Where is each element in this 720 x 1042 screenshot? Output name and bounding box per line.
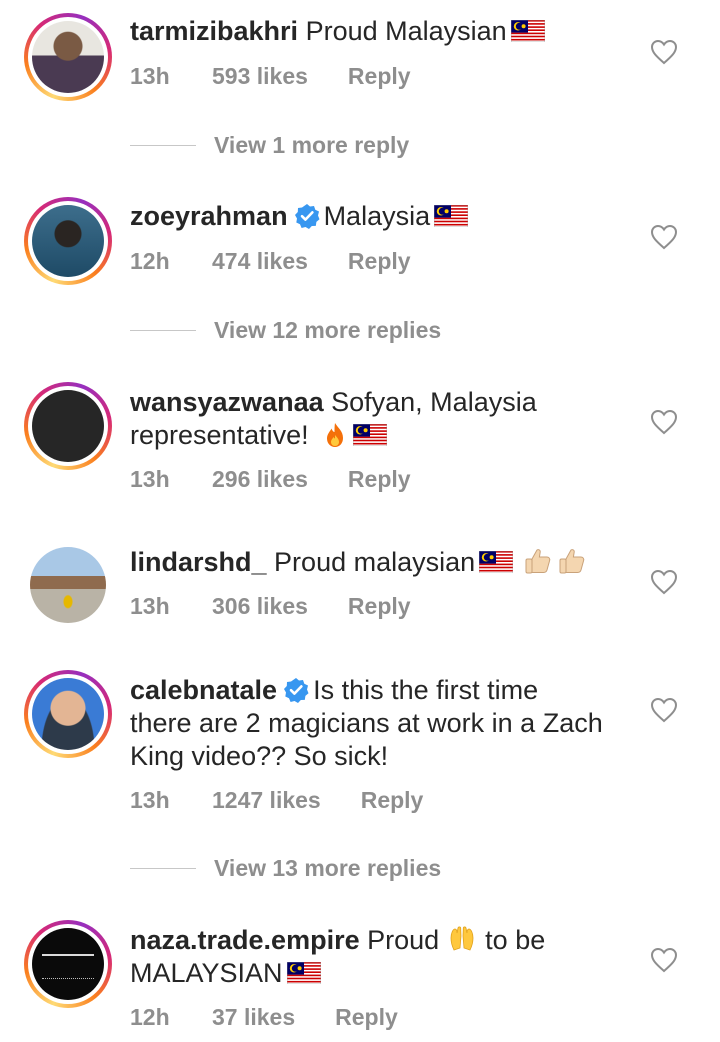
comment-body-line3: King video?? So sick! — [130, 741, 389, 771]
avatar-photo — [32, 390, 104, 462]
malaysia-flag-icon — [434, 205, 468, 227]
comment-body-line2: there are 2 magicians at work in a Zach — [130, 708, 603, 738]
likes-count[interactable]: 296 likes — [212, 466, 308, 493]
thumbs-up-icon — [557, 546, 587, 576]
avatar-photo — [32, 21, 104, 93]
timestamp: 13h — [130, 787, 170, 813]
timestamp: 13h — [130, 593, 170, 619]
username[interactable]: lindarshd_ — [130, 547, 267, 577]
heart-icon[interactable] — [650, 947, 678, 973]
verified-badge-icon — [283, 677, 309, 703]
view-replies-button[interactable]: View 1 more reply — [130, 132, 409, 159]
heart-icon[interactable] — [650, 224, 678, 250]
comment-text: zoeyrahman Malaysia — [130, 200, 630, 233]
avatar[interactable] — [30, 547, 106, 623]
comment-meta: 13h 593 likes Reply — [130, 63, 411, 90]
heart-icon[interactable] — [650, 697, 678, 723]
comment-body-line1a: Proud — [367, 925, 440, 955]
timestamp: 12h — [130, 248, 170, 274]
comment-meta: 13h 1247 likes Reply — [130, 787, 423, 814]
reply-button[interactable]: Reply — [335, 1004, 398, 1031]
divider — [130, 145, 196, 146]
heart-icon[interactable] — [650, 569, 678, 595]
likes-count[interactable]: 37 likes — [212, 1004, 295, 1031]
reply-button[interactable]: Reply — [348, 466, 411, 493]
comment-text: tarmizibakhri Proud Malaysian — [130, 15, 630, 48]
malaysia-flag-icon — [287, 962, 321, 984]
comment-text: naza.trade.empire Proud to be MALAYSIAN — [130, 924, 630, 990]
username[interactable]: zoeyrahman — [130, 201, 288, 231]
view-replies-button[interactable]: View 12 more replies — [130, 317, 441, 344]
timestamp: 13h — [130, 466, 170, 492]
avatar-photo — [30, 547, 106, 623]
fire-icon — [321, 421, 349, 449]
raised-hands-icon — [447, 924, 477, 954]
avatar-photo — [32, 928, 104, 1000]
heart-icon[interactable] — [650, 39, 678, 65]
view-replies-label: View 13 more replies — [214, 855, 442, 881]
reply-button[interactable]: Reply — [348, 63, 411, 90]
view-replies-label: View 1 more reply — [214, 132, 410, 158]
comment-text: wansyazwanaa Sofyan, Malaysia representa… — [130, 386, 630, 452]
reply-button[interactable]: Reply — [348, 248, 411, 275]
username[interactable]: wansyazwanaa — [130, 387, 324, 417]
timestamp: 12h — [130, 1004, 170, 1030]
comment-meta: 13h 306 likes Reply — [130, 593, 411, 620]
heart-icon[interactable] — [650, 409, 678, 435]
divider — [130, 330, 196, 331]
avatar[interactable] — [24, 670, 112, 758]
avatar[interactable] — [24, 197, 112, 285]
username[interactable]: tarmizibakhri — [130, 16, 298, 46]
comment-body-line2: representative! — [130, 420, 309, 450]
avatar[interactable] — [24, 920, 112, 1008]
view-replies-button[interactable]: View 13 more replies — [130, 855, 441, 882]
comment-text: lindarshd_ Proud malaysian — [130, 546, 630, 579]
username[interactable]: naza.trade.empire — [130, 925, 360, 955]
reply-button[interactable]: Reply — [361, 787, 424, 814]
comment-body-line1: Is this the first time — [313, 675, 539, 705]
malaysia-flag-icon — [511, 20, 545, 42]
likes-count[interactable]: 1247 likes — [212, 787, 321, 814]
likes-count[interactable]: 474 likes — [212, 248, 308, 275]
comment-body-line2: MALAYSIAN — [130, 958, 283, 988]
view-replies-label: View 12 more replies — [214, 317, 442, 343]
comment-meta: 13h 296 likes Reply — [130, 466, 411, 493]
avatar-photo — [32, 205, 104, 277]
comment-body: Proud malaysian — [274, 547, 476, 577]
comment-body: Malaysia — [323, 201, 431, 231]
likes-count[interactable]: 593 likes — [212, 63, 308, 90]
comment-text: calebnatale Is this the first time there … — [130, 674, 630, 773]
verified-badge-icon — [294, 203, 320, 229]
avatar-photo — [32, 678, 104, 750]
avatar[interactable] — [24, 382, 112, 470]
reply-button[interactable]: Reply — [348, 593, 411, 620]
username[interactable]: calebnatale — [130, 675, 277, 705]
timestamp: 13h — [130, 63, 170, 89]
comment-body: Proud Malaysian — [305, 16, 507, 46]
thumbs-up-icon — [523, 546, 553, 576]
likes-count[interactable]: 306 likes — [212, 593, 308, 620]
malaysia-flag-icon — [353, 424, 387, 446]
avatar[interactable] — [24, 13, 112, 101]
divider — [130, 868, 196, 869]
comment-meta: 12h 37 likes Reply — [130, 1004, 398, 1031]
malaysia-flag-icon — [479, 551, 513, 573]
comment-body-line1b: to be — [485, 925, 546, 955]
comment-body-line1: Sofyan, Malaysia — [331, 387, 537, 417]
comment-meta: 12h 474 likes Reply — [130, 248, 411, 275]
